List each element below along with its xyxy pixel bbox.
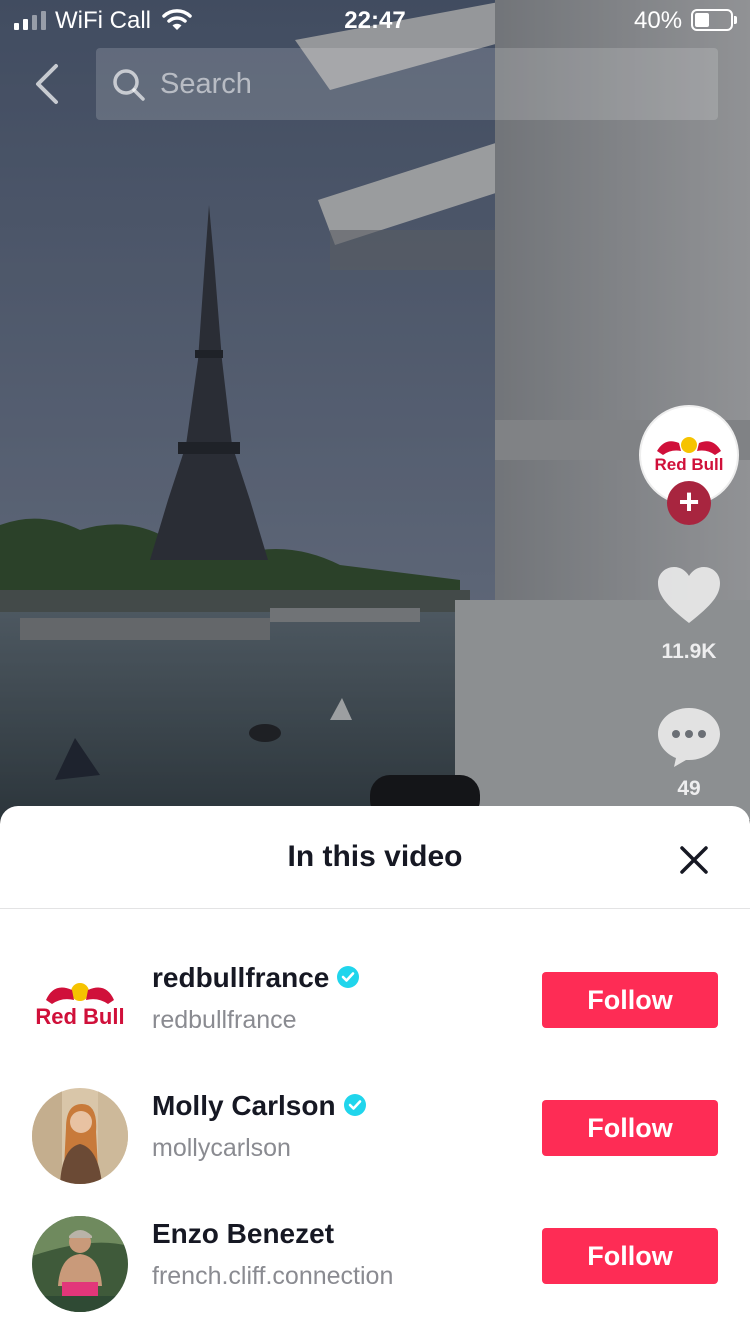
verified-badge-icon xyxy=(337,965,360,988)
search-bar[interactable] xyxy=(96,48,718,120)
account-name[interactable]: redbullfrance xyxy=(152,962,360,994)
avatar[interactable] xyxy=(32,1216,128,1312)
red-bull-logo: Red Bull xyxy=(32,960,128,1056)
follow-button[interactable]: Follow xyxy=(542,1228,718,1284)
close-icon[interactable] xyxy=(676,842,712,878)
account-name[interactable]: Molly Carlson xyxy=(152,1090,366,1122)
dim-overlay xyxy=(0,0,750,820)
search-input[interactable] xyxy=(160,64,700,104)
video-player[interactable] xyxy=(0,0,750,820)
red-bull-logo-text: Red Bull xyxy=(35,1004,124,1029)
account-handle: redbullfrance xyxy=(152,1006,297,1034)
account-row[interactable]: Red Bull redbullfrance redbullfrance Fol… xyxy=(0,950,750,1070)
heart-icon[interactable] xyxy=(656,565,722,627)
status-bar: WiFi Call 22:47 40% xyxy=(0,0,750,42)
follow-button[interactable]: Follow xyxy=(542,1100,718,1156)
account-row[interactable]: Enzo Benezet french.cliff.connection Fol… xyxy=(0,1206,750,1326)
battery-icon xyxy=(691,9,737,31)
profile-photo xyxy=(32,1088,128,1184)
comment-count: 49 xyxy=(677,777,701,800)
comment-icon[interactable] xyxy=(656,705,722,769)
sheet-title: In this video xyxy=(287,840,463,873)
divider xyxy=(0,908,750,909)
avatar[interactable] xyxy=(32,1088,128,1184)
follow-button[interactable]: Follow xyxy=(542,972,718,1028)
account-handle: french.cliff.connection xyxy=(152,1262,394,1290)
account-name[interactable]: Enzo Benezet xyxy=(152,1218,334,1250)
like-count: 11.9K xyxy=(661,640,717,663)
search-icon xyxy=(113,69,145,101)
battery-percent: 40% xyxy=(634,7,683,34)
profile-photo xyxy=(32,1216,128,1312)
account-name-text: Molly Carlson xyxy=(152,1090,336,1121)
follow-creator-plus-button[interactable]: + xyxy=(667,481,711,525)
back-arrow-icon[interactable] xyxy=(28,62,68,106)
battery-level xyxy=(695,13,709,27)
verified-badge-icon xyxy=(343,1093,366,1116)
account-handle: mollycarlson xyxy=(152,1134,291,1162)
account-name-text: redbullfrance xyxy=(152,962,330,993)
account-row[interactable]: Molly Carlson mollycarlson Follow xyxy=(0,1078,750,1198)
in-this-video-sheet: In this video Red Bull redbullfrance red… xyxy=(0,806,750,1334)
red-bull-logo-text: Red Bull xyxy=(655,455,724,474)
avatar[interactable]: Red Bull xyxy=(32,960,128,1056)
